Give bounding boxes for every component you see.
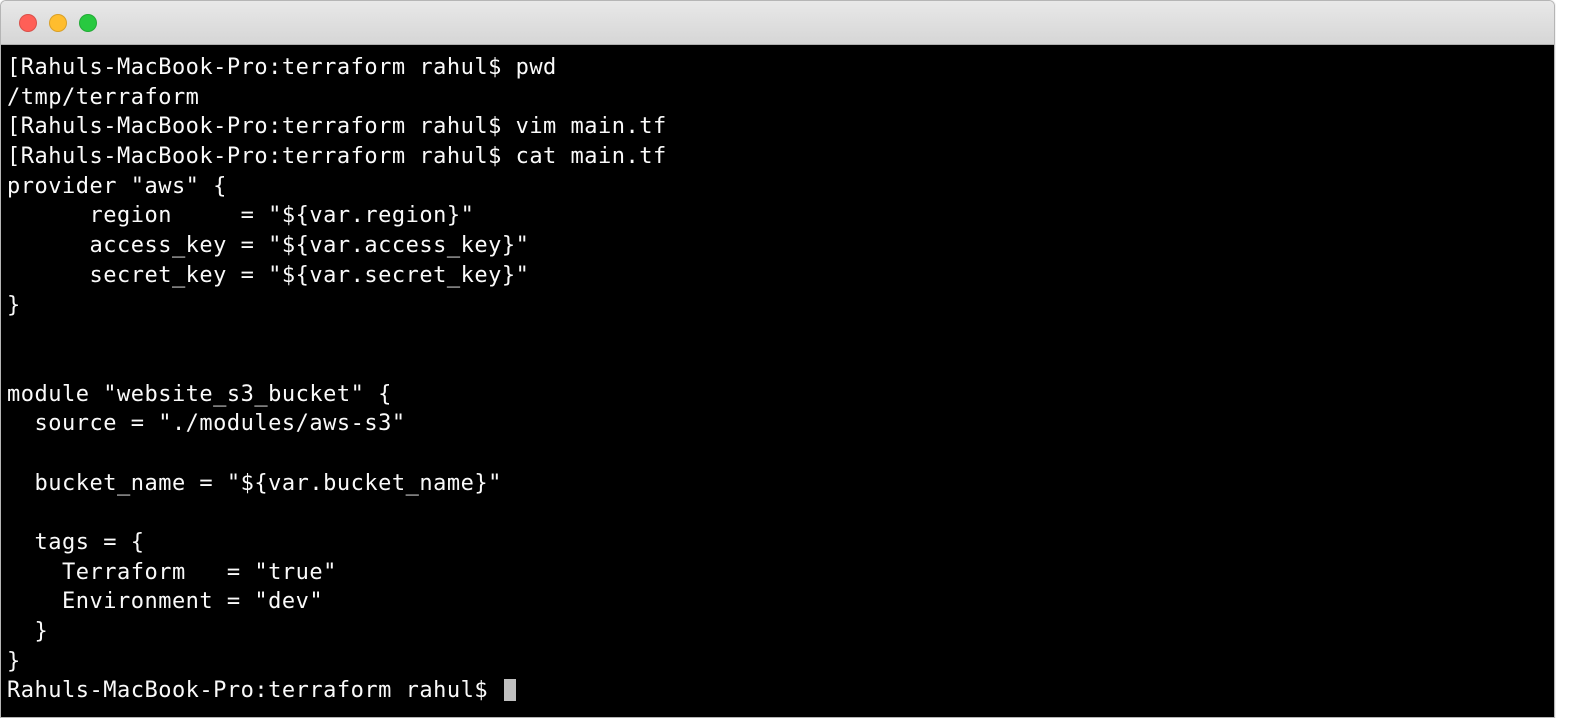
terminal-prompt: Rahuls-MacBook-Pro:terraform rahul$: [7, 678, 502, 703]
terminal-line: [Rahuls-MacBook-Pro:terraform rahul$ vim…: [7, 114, 667, 139]
terminal-line: provider "aws" {: [7, 174, 227, 199]
close-icon[interactable]: [19, 14, 37, 32]
terminal-line: tags = {: [7, 530, 144, 555]
terminal-line: Terraform = "true": [7, 560, 337, 585]
terminal-line: }: [7, 649, 21, 674]
terminal-line: secret_key = "${var.secret_key}": [7, 263, 529, 288]
terminal-line: region = "${var.region}": [7, 203, 474, 228]
minimize-icon[interactable]: [49, 14, 67, 32]
terminal-line: }: [7, 619, 48, 644]
terminal-line: access_key = "${var.access_key}": [7, 233, 529, 258]
titlebar: [1, 1, 1554, 45]
terminal-window: [Rahuls-MacBook-Pro:terraform rahul$ pwd…: [0, 0, 1555, 718]
terminal-line: bucket_name = "${var.bucket_name}": [7, 471, 502, 496]
maximize-icon[interactable]: [79, 14, 97, 32]
terminal-line: }: [7, 293, 21, 318]
terminal-line: /tmp/terraform: [7, 85, 199, 110]
terminal-body[interactable]: [Rahuls-MacBook-Pro:terraform rahul$ pwd…: [1, 45, 1554, 717]
cursor-icon: [504, 679, 516, 701]
terminal-line: [Rahuls-MacBook-Pro:terraform rahul$ pwd: [7, 55, 557, 80]
terminal-line: module "website_s3_bucket" {: [7, 382, 392, 407]
terminal-line: source = "./modules/aws-s3": [7, 411, 406, 436]
terminal-line: [Rahuls-MacBook-Pro:terraform rahul$ cat…: [7, 144, 667, 169]
terminal-line: Environment = "dev": [7, 589, 323, 614]
